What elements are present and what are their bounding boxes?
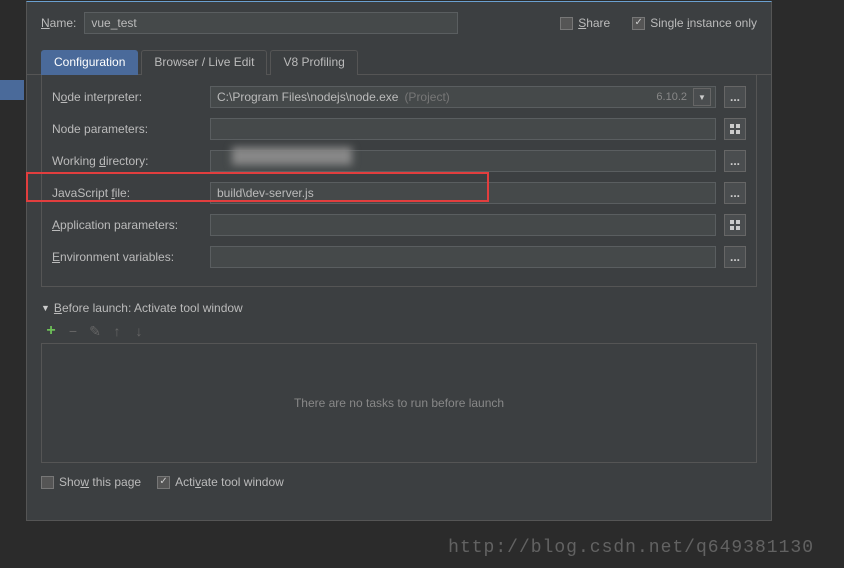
node-parameters-input[interactable] — [210, 118, 716, 140]
tabs: Configuration Browser / Live Edit V8 Pro… — [27, 42, 771, 75]
show-this-page-label: Show this page — [59, 475, 141, 489]
environment-variables-label: Environment variables: — [52, 250, 202, 264]
working-directory-row: Working directory: ... — [52, 150, 746, 172]
interpreter-suffix: (Project) — [404, 90, 449, 104]
interpreter-version: 6.10.2 — [656, 91, 687, 103]
activate-tool-window-label: Activate tool window — [175, 475, 284, 489]
single-instance-checkbox-wrap[interactable]: Single instance only — [632, 16, 757, 30]
interpreter-path: C:\Program Files\nodejs\node.exe — [217, 90, 398, 104]
remove-task-icon: − — [67, 325, 79, 337]
move-up-icon: ↑ — [111, 325, 123, 337]
node-parameters-row: Node parameters: — [52, 118, 746, 140]
share-checkbox-wrap[interactable]: Share — [560, 16, 610, 30]
javascript-file-input[interactable] — [210, 182, 716, 204]
edit-task-icon: ✎ — [89, 325, 101, 337]
before-launch-tasks-list: There are no tasks to run before launch — [41, 343, 757, 463]
single-instance-checkbox[interactable] — [632, 17, 645, 30]
application-parameters-label: Application parameters: — [52, 218, 202, 232]
node-parameters-label: Node parameters: — [52, 122, 202, 136]
name-row: Name: Share Single instance only — [27, 2, 771, 42]
before-launch-section-header[interactable]: ▼ Before launch: Activate tool window — [27, 297, 771, 319]
run-config-panel: Name: Share Single instance only Configu… — [26, 1, 772, 521]
application-parameters-input[interactable] — [210, 214, 716, 236]
move-down-icon: ↓ — [133, 325, 145, 337]
browse-js-file-button[interactable]: ... — [724, 182, 746, 204]
show-this-page-checkbox[interactable] — [41, 476, 54, 489]
tab-v8-profiling[interactable]: V8 Profiling — [270, 50, 357, 75]
activate-tool-window-wrap[interactable]: Activate tool window — [157, 475, 284, 489]
edit-env-vars-button[interactable]: ... — [724, 246, 746, 268]
application-parameters-row: Application parameters: — [52, 214, 746, 236]
empty-tasks-text: There are no tasks to run before launch — [294, 396, 504, 410]
working-directory-input[interactable] — [210, 150, 716, 172]
sidebar-selection — [0, 80, 24, 100]
browse-interpreter-button[interactable]: ... — [724, 86, 746, 108]
share-label: Share — [578, 16, 610, 30]
node-interpreter-select[interactable]: C:\Program Files\nodejs\node.exe (Projec… — [210, 86, 716, 108]
before-launch-toolbar: + − ✎ ↑ ↓ — [27, 319, 771, 343]
tab-browser-live-edit[interactable]: Browser / Live Edit — [141, 50, 267, 75]
chevron-down-icon[interactable]: ▼ — [693, 88, 711, 106]
watermark-text: http://blog.csdn.net/q649381130 — [448, 538, 814, 558]
before-launch-title: Before launch: Activate tool window — [54, 301, 243, 315]
configuration-form: Node interpreter: C:\Program Files\nodej… — [41, 74, 757, 287]
environment-variables-row: Environment variables: ... — [52, 246, 746, 268]
node-interpreter-label: Node interpreter: — [52, 90, 202, 104]
tab-configuration[interactable]: Configuration — [41, 50, 138, 75]
javascript-file-label: JavaScript file: — [52, 186, 202, 200]
name-input[interactable] — [84, 12, 458, 34]
node-interpreter-row: Node interpreter: C:\Program Files\nodej… — [52, 86, 746, 108]
name-label: Name: — [41, 16, 76, 30]
add-task-icon[interactable]: + — [45, 325, 57, 337]
browse-working-dir-button[interactable]: ... — [724, 150, 746, 172]
working-directory-label: Working directory: — [52, 154, 202, 168]
share-checkbox[interactable] — [560, 17, 573, 30]
footer-row: Show this page Activate tool window — [27, 475, 771, 489]
expand-app-params-button[interactable] — [724, 214, 746, 236]
expand-node-params-button[interactable] — [724, 118, 746, 140]
javascript-file-row: JavaScript file: ... — [52, 182, 746, 204]
show-this-page-wrap[interactable]: Show this page — [41, 475, 141, 489]
disclosure-triangle-icon: ▼ — [41, 303, 50, 313]
activate-tool-window-checkbox[interactable] — [157, 476, 170, 489]
single-instance-label: Single instance only — [650, 16, 757, 30]
environment-variables-input[interactable] — [210, 246, 716, 268]
